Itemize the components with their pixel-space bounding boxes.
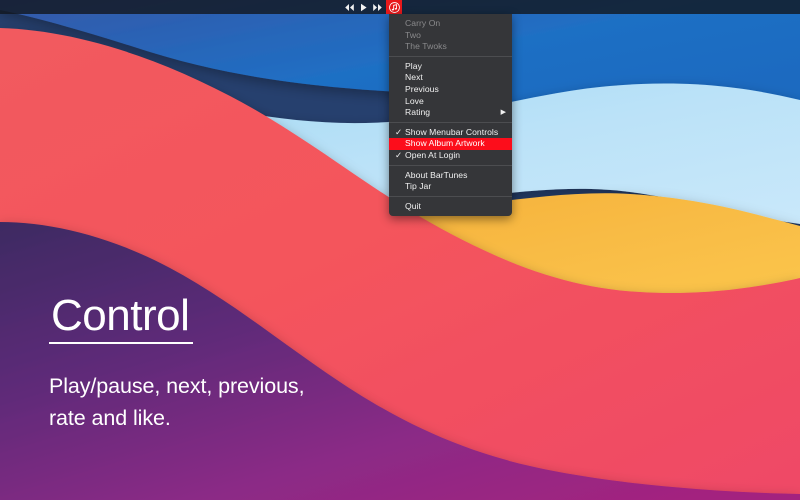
- menu-item-artist: The Twoks: [389, 41, 512, 53]
- menu-separator: [389, 196, 512, 198]
- menu-item-label: Show Menubar Controls: [405, 126, 499, 137]
- checkmark-icon: ✓: [395, 149, 403, 160]
- page-subtitle: Play/pause, next, previous, rate and lik…: [49, 374, 305, 430]
- menu-item-show-album-artwork[interactable]: Show Album Artwork: [389, 138, 512, 150]
- menu-item-label: About BarTunes: [405, 169, 468, 180]
- menu-item-label: Open At Login: [405, 149, 461, 160]
- album-label: Two: [405, 29, 421, 40]
- next-button[interactable]: [370, 0, 384, 14]
- menubar-status-items: [342, 0, 800, 14]
- menu-item-track-title: Carry On: [389, 18, 512, 30]
- chevron-right-icon: ▶: [500, 109, 506, 117]
- menu-item-tip-jar[interactable]: Tip Jar: [389, 181, 512, 193]
- menu-item-about[interactable]: About BarTunes: [389, 170, 512, 182]
- bartunes-dropdown-menu[interactable]: Carry On Two The Twoks Play Next Previou…: [389, 14, 512, 217]
- menu-item-next[interactable]: Next: [389, 72, 512, 84]
- checkmark-icon: ✓: [395, 126, 403, 137]
- menu-item-play[interactable]: Play: [389, 61, 512, 73]
- hero-text-block: Control Play/pause, next, previous, rate…: [49, 292, 305, 434]
- previous-button[interactable]: [342, 0, 356, 14]
- menu-item-rating[interactable]: Rating ▶: [389, 107, 512, 119]
- menu-separator: [389, 165, 512, 167]
- menu-item-open-at-login[interactable]: ✓ Open At Login: [389, 150, 512, 162]
- menu-item-quit[interactable]: Quit: [389, 201, 512, 213]
- menu-item-show-menubar-controls[interactable]: ✓ Show Menubar Controls: [389, 127, 512, 139]
- bartunes-menubar-icon[interactable]: [386, 0, 402, 14]
- menu-item-love[interactable]: Love: [389, 96, 512, 108]
- menu-item-label: Rating: [405, 107, 431, 118]
- artist-label: The Twoks: [405, 41, 447, 52]
- menu-item-previous[interactable]: Previous: [389, 84, 512, 96]
- menu-separator: [389, 122, 512, 124]
- menu-item-label: Play: [405, 60, 422, 71]
- menu-item-label: Tip Jar: [405, 181, 432, 192]
- page-title: Control: [49, 292, 194, 344]
- menu-item-album: Two: [389, 30, 512, 42]
- menu-item-label: Next: [405, 72, 423, 83]
- play-button[interactable]: [356, 0, 370, 14]
- screenshot-root: Control Play/pause, next, previous, rate…: [0, 0, 800, 500]
- menu-item-label: Previous: [405, 83, 439, 94]
- menu-item-label: Show Album Artwork: [405, 138, 485, 149]
- track-title-label: Carry On: [405, 18, 441, 28]
- menu-item-label: Quit: [405, 200, 421, 211]
- macos-menubar: [0, 0, 800, 14]
- menu-item-label: Love: [405, 95, 424, 106]
- menu-separator: [389, 56, 512, 58]
